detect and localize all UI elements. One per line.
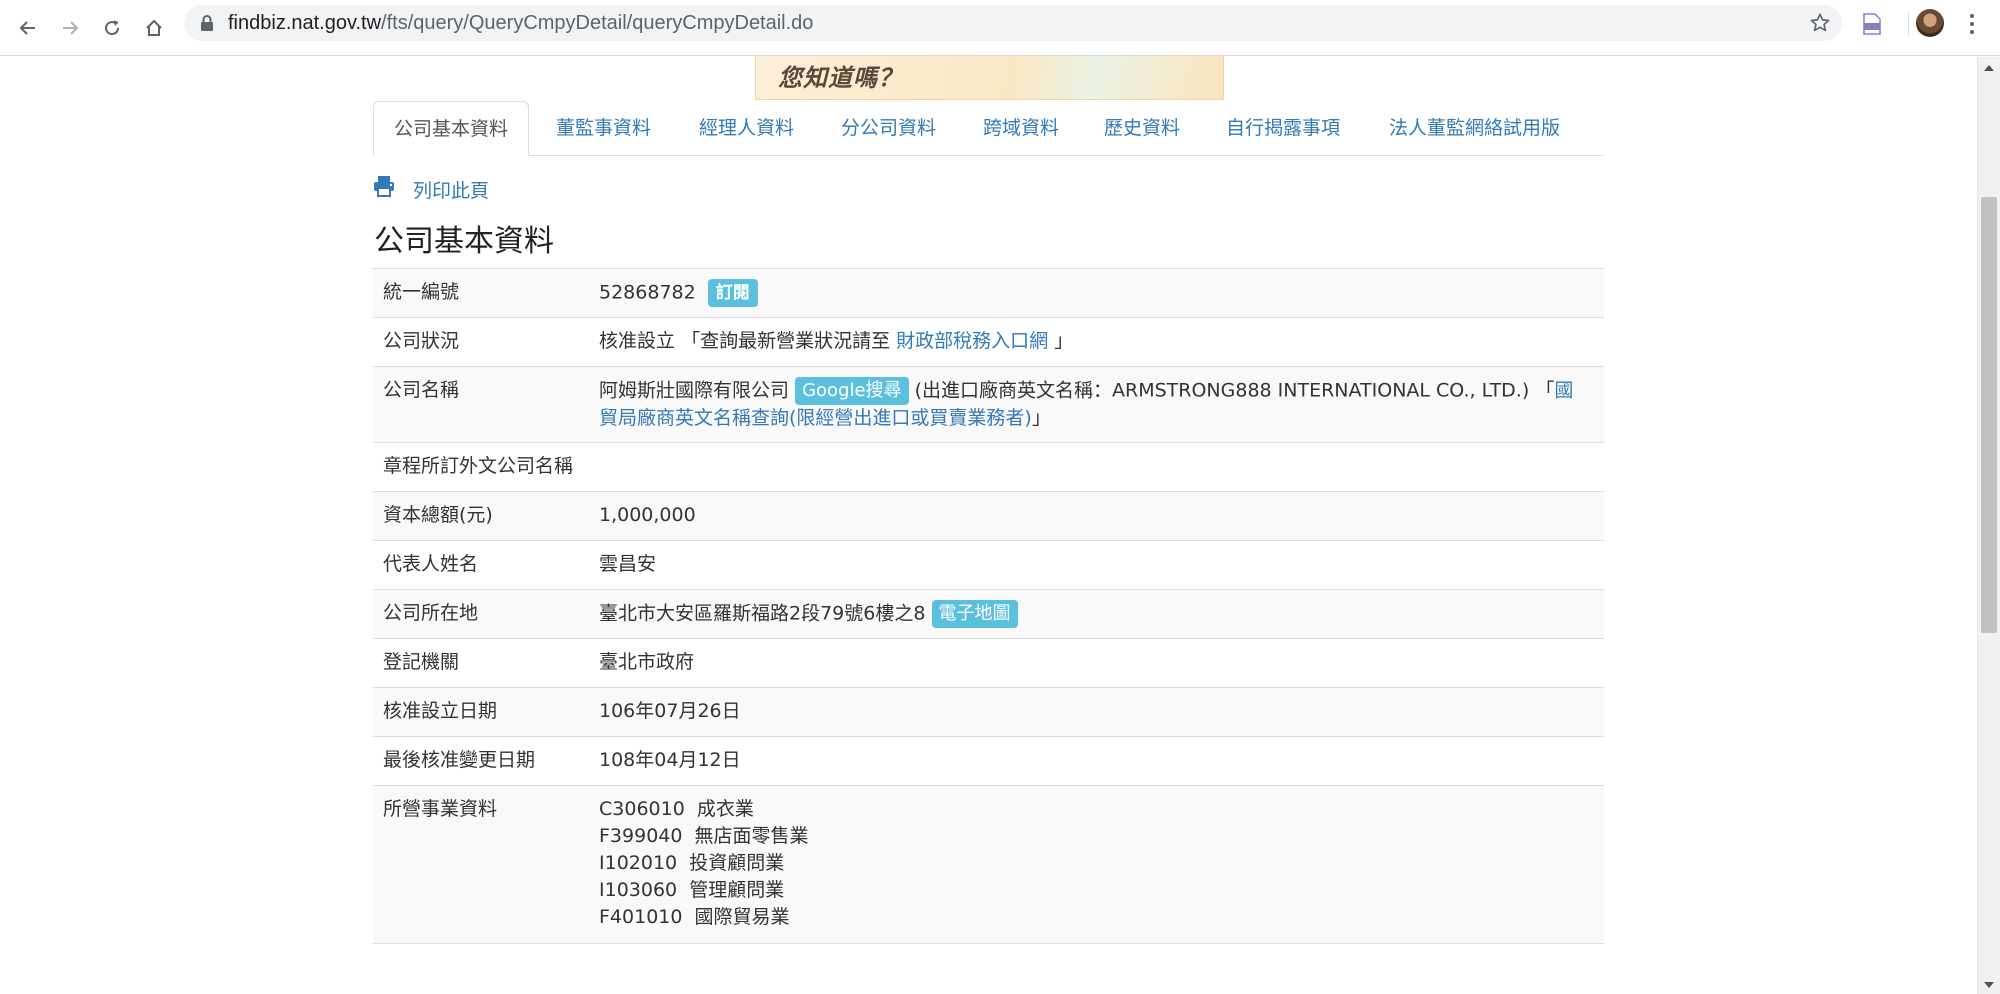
ubn-label: 統一編號	[373, 268, 589, 318]
pdf-extension-button[interactable]	[1858, 10, 1886, 38]
foreign-name-value	[589, 442, 1604, 492]
business-item: C306010 成衣業	[599, 798, 754, 820]
page-title: 公司基本資料	[374, 224, 554, 259]
browser-menu-button[interactable]	[1958, 8, 1986, 40]
business-item: F401010 國際貿易業	[599, 906, 790, 928]
print-page-link[interactable]: 列印此頁	[413, 176, 489, 203]
status-suffix: 」	[1054, 330, 1074, 352]
browser-toolbar: findbiz.nat.gov.tw/fts/query/QueryCmpyDe…	[0, 0, 2000, 56]
home-button[interactable]	[134, 8, 174, 48]
business-cell: C306010 成衣業 F399040 無店面零售業 I102010 投資顧問業…	[589, 785, 1604, 944]
address-bar[interactable]: findbiz.nat.gov.tw/fts/query/QueryCmpyDe…	[184, 5, 1842, 41]
capital-label: 資本總額(元)	[373, 491, 589, 541]
bookmark-star-button[interactable]	[1806, 9, 1834, 37]
tab-directors[interactable]: 董監事資料	[556, 101, 651, 156]
forward-button[interactable]	[50, 8, 90, 48]
status-label: 公司狀況	[373, 317, 589, 367]
approved-date-value: 106年07月26日	[589, 687, 1604, 737]
tax-portal-link[interactable]: 財政部稅務入口網	[896, 330, 1048, 352]
status-value: 核准設立	[599, 330, 676, 352]
url-text: findbiz.nat.gov.tw/fts/query/QueryCmpyDe…	[228, 5, 813, 41]
tab-history[interactable]: 歷史資料	[1104, 101, 1180, 156]
google-search-button[interactable]: Google搜尋	[795, 377, 909, 405]
ubn-cell: 52868782 訂閱	[589, 268, 1604, 318]
foreign-name-label: 章程所訂外文公司名稱	[373, 442, 589, 492]
page-scrollbar[interactable]	[1977, 57, 2000, 994]
did-you-know-banner[interactable]: 您知道嗎？	[755, 56, 1224, 100]
tab-managers[interactable]: 經理人資料	[699, 101, 794, 156]
capital-value: 1,000,000	[589, 491, 1604, 541]
table-row-address: 公司所在地 臺北市大安區羅斯福路2段79號6樓之8 電子地圖	[373, 589, 1604, 639]
reload-button[interactable]	[92, 8, 132, 48]
approved-date-label: 核准設立日期	[373, 687, 589, 737]
business-item: F399040 無店面零售業	[599, 825, 809, 847]
status-prefix: 「查詢最新營業狀況請至	[681, 330, 891, 352]
table-row-business: 所營事業資料 C306010 成衣業 F399040 無店面零售業 I10201…	[373, 785, 1604, 944]
home-icon	[146, 19, 162, 36]
address-value: 臺北市大安區羅斯福路2段79號6樓之8	[599, 602, 926, 625]
ubn-value: 52868782	[599, 281, 696, 304]
table-row-representative: 代表人姓名 雲昌安	[373, 540, 1604, 590]
table-row-status: 公司狀況 核准設立 「查詢最新營業狀況請至 財政部稅務入口網 」	[373, 317, 1604, 367]
url-host: findbiz.nat.gov.tw	[228, 12, 382, 34]
scroll-down-arrow-icon[interactable]	[1984, 982, 1994, 988]
detail-tabs: 公司基本資料 董監事資料 經理人資料 分公司資料 跨域資料 歷史資料 自行揭露事…	[373, 101, 1604, 156]
table-row-authority: 登記機關 臺北市政府	[373, 638, 1604, 688]
tab-cross-domain[interactable]: 跨域資料	[983, 101, 1059, 156]
tab-branches[interactable]: 分公司資料	[841, 101, 936, 156]
forward-arrow-icon	[63, 21, 79, 35]
tab-self-disclosure[interactable]: 自行揭露事項	[1226, 101, 1340, 156]
company-name-label: 公司名稱	[373, 366, 589, 443]
changed-date-label: 最後核准變更日期	[373, 736, 589, 786]
address-label: 公司所在地	[373, 589, 589, 639]
table-row-changed-date: 最後核准變更日期 108年04月12日	[373, 736, 1604, 786]
status-cell: 核准設立 「查詢最新營業狀況請至 財政部稅務入口網 」	[589, 317, 1604, 367]
authority-label: 登記機關	[373, 638, 589, 688]
english-name-text: (出進口廠商英文名稱：ARMSTRONG888 INTERNATIONAL CO…	[914, 379, 1530, 402]
representative-value: 雲昌安	[589, 540, 1604, 590]
table-row-foreign-name: 章程所訂外文公司名稱	[373, 442, 1604, 492]
map-button[interactable]: 電子地圖	[931, 600, 1018, 628]
profile-avatar[interactable]	[1916, 9, 1944, 37]
url-path: /fts/query/QueryCmpyDetail/queryCmpyDeta…	[381, 12, 814, 34]
business-item: I103060 管理顧問業	[599, 879, 785, 901]
company-name-cell: 阿姆斯壯國際有限公司 Google搜尋 (出進口廠商英文名稱：ARMSTRONG…	[589, 366, 1604, 443]
business-label: 所營事業資料	[373, 785, 589, 944]
back-button[interactable]	[8, 8, 48, 48]
tab-basic-info[interactable]: 公司基本資料	[373, 101, 530, 156]
toolbar-divider	[1908, 12, 1909, 36]
changed-date-value: 108年04月12日	[589, 736, 1604, 786]
subscribe-button[interactable]: 訂閱	[707, 279, 758, 307]
lock-icon	[201, 15, 213, 31]
banner-text: 您知道嗎？	[778, 64, 903, 92]
bracket-close: 」	[1031, 407, 1051, 429]
company-name-value: 阿姆斯壯國際有限公司	[599, 379, 790, 402]
table-row-capital: 資本總額(元) 1,000,000	[373, 491, 1604, 541]
printer-icon[interactable]	[373, 175, 395, 197]
pdf-icon	[1863, 13, 1881, 35]
table-row-ubn: 統一編號 52868782 訂閱	[373, 268, 1604, 318]
tab-corporate-network-beta[interactable]: 法人董監網絡試用版	[1389, 101, 1560, 156]
table-row-company-name: 公司名稱 阿姆斯壯國際有限公司 Google搜尋 (出進口廠商英文名稱：ARMS…	[373, 366, 1604, 443]
bracket-open: 「	[1535, 379, 1555, 402]
business-item: I102010 投資顧問業	[599, 852, 785, 874]
company-info-table: 統一編號 52868782 訂閱 公司狀況 核准設立 「查詢最新營業狀況請至 財政…	[373, 268, 1604, 944]
scroll-up-arrow-icon[interactable]	[1984, 65, 1994, 71]
back-arrow-icon	[19, 21, 35, 35]
authority-value: 臺北市政府	[589, 638, 1604, 688]
address-cell: 臺北市大安區羅斯福路2段79號6樓之8 電子地圖	[589, 589, 1604, 639]
scrollbar-thumb[interactable]	[1981, 197, 1997, 633]
reload-icon	[105, 20, 120, 36]
star-icon	[1810, 13, 1830, 32]
representative-label: 代表人姓名	[373, 540, 589, 590]
table-row-approved-date: 核准設立日期 106年07月26日	[373, 687, 1604, 737]
